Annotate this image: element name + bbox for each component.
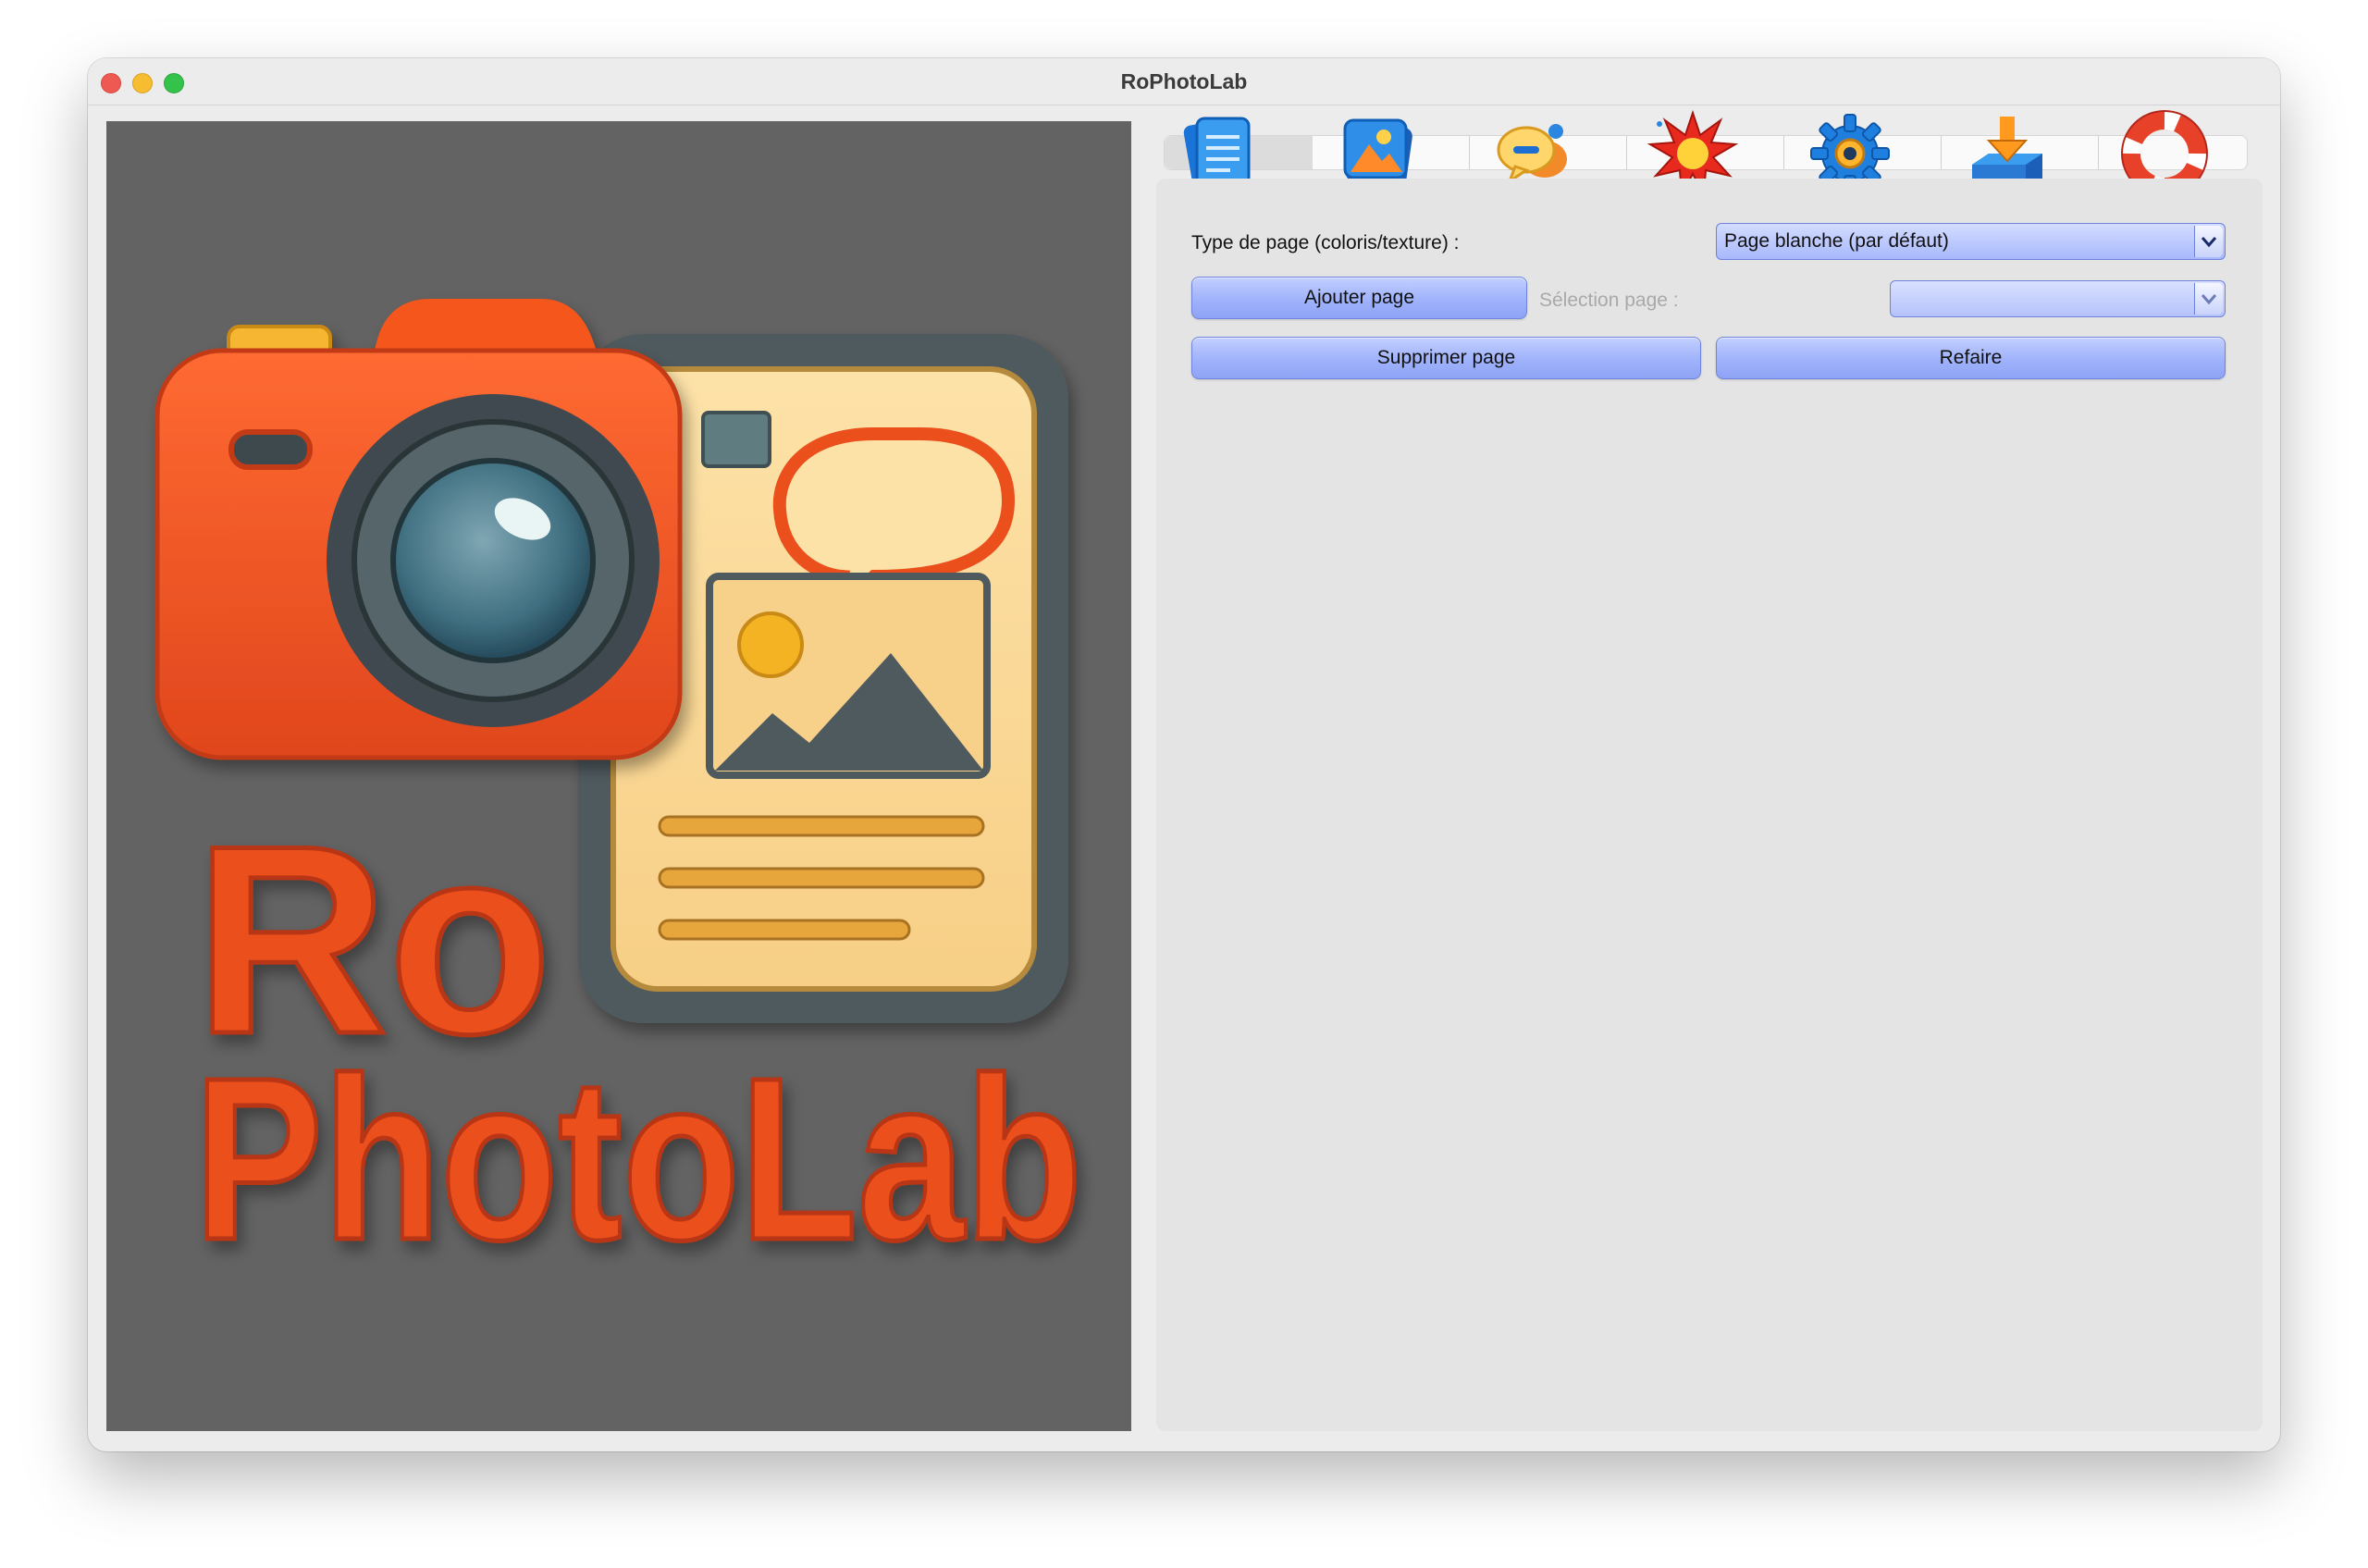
- logo-text-photolab: PhotoLab: [194, 1030, 1082, 1288]
- delete-page-button[interactable]: Supprimer page: [1191, 337, 1701, 379]
- toolbar-separator: [2098, 136, 2099, 169]
- title-bar[interactable]: RoPhotoLab: [88, 58, 2280, 105]
- redo-button[interactable]: Refaire: [1716, 337, 2226, 379]
- page-selection-select[interactable]: [1890, 280, 2226, 317]
- chevron-down-icon[interactable]: [2194, 283, 2223, 315]
- toolbar-separator: [1783, 136, 1784, 169]
- window-title: RoPhotoLab: [1120, 69, 1248, 93]
- toolbar-separator: [1469, 136, 1470, 169]
- page-selection-label: Sélection page :: [1539, 290, 1679, 311]
- toolbar-separator: [1626, 136, 1627, 169]
- page-preview[interactable]: Ro PhotoLab: [106, 121, 1131, 1431]
- chevron-down-icon[interactable]: [2194, 226, 2223, 257]
- toolbar-separator: [1941, 136, 1942, 169]
- rophotolab-logo: Ro PhotoLab: [154, 299, 1085, 1290]
- page-type-label: Type de page (coloris/texture) :: [1191, 232, 1460, 253]
- add-page-button[interactable]: Ajouter page: [1191, 277, 1527, 319]
- app-window: RoPhotoLab Ro PhotoLab Type de page (col…: [88, 58, 2280, 1451]
- page-type-value: Page blanche (par défaut): [1724, 230, 1949, 252]
- page-type-select[interactable]: Page blanche (par défaut): [1716, 223, 2226, 260]
